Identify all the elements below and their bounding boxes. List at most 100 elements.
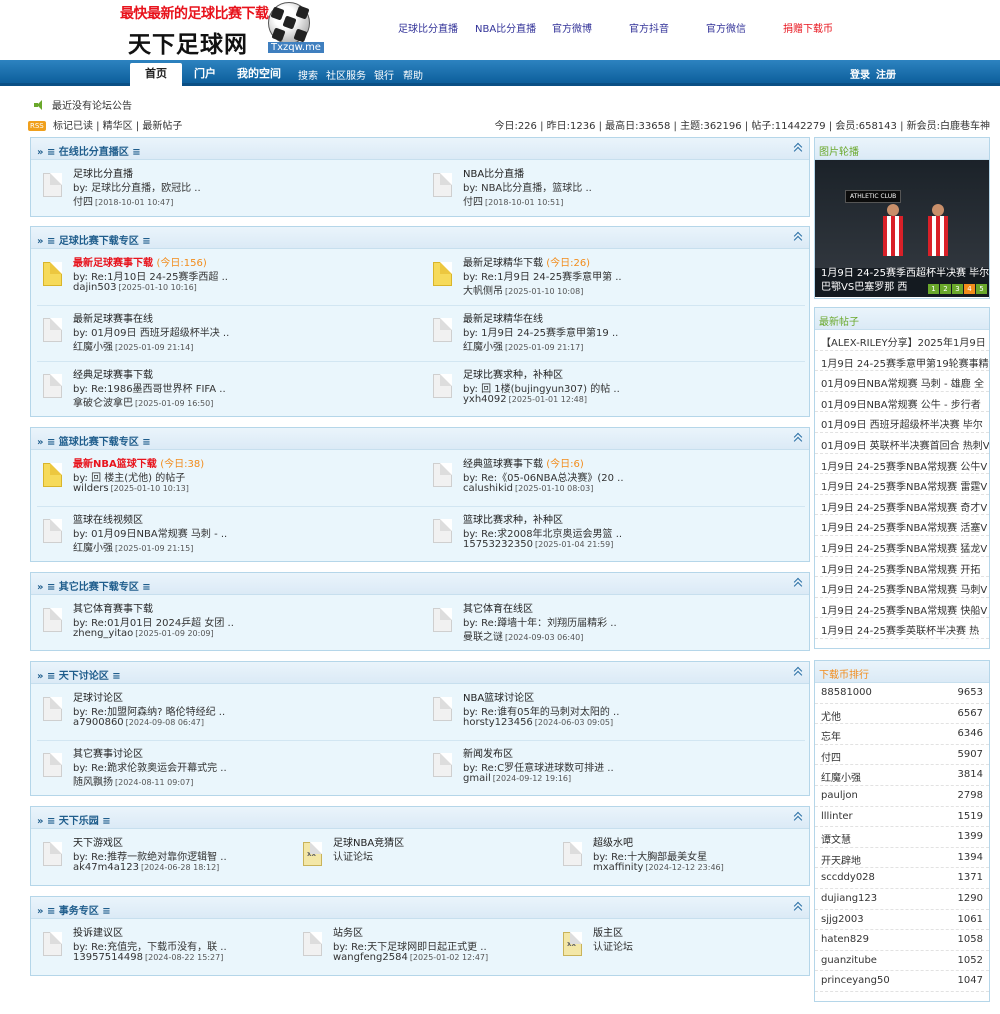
latest-post-item[interactable]: 01月09日NBA常规赛 公牛 - 步行者 [815,392,989,413]
forum-cell[interactable]: 其它体育赛事下载 by: Re:01月01日 2024乒超 女团 .. zhen… [31,595,421,651]
carousel-slide[interactable]: ATHLETIC CLUB 1月9日 24-25赛季西超杯半决赛 毕尔 巴鄂VS… [815,160,989,297]
carousel-dot[interactable]: 5 [976,284,987,294]
ranking-user[interactable]: 谭文慧 [821,835,851,846]
forum-name[interactable]: NBA比分直播 [463,165,524,180]
link-football-live[interactable]: 足球比分直播 [398,20,475,35]
nav-community[interactable]: 社区服务 [326,67,366,82]
forum-name[interactable]: 超级水吧 [593,834,633,849]
forum-name[interactable]: 版主区 [593,924,623,939]
last-post-author[interactable]: ak47m4a123 [73,862,139,873]
collapse-icon[interactable] [795,143,803,153]
forum-cell[interactable]: 天下游戏区 by: Re:推荐一款绝对靠你逻辑智 .. ak47m4a123 [2… [31,829,291,885]
site-logo[interactable]: 最快最新的足球比赛下载 天下足球网 Txzqw.me [118,0,326,58]
link-wechat[interactable]: 官方微信 [706,20,783,35]
nav-bank[interactable]: 银行 [374,67,394,82]
last-post[interactable]: by: Re:01月01日 2024乒超 女团 .. [73,614,234,629]
tab-portal[interactable]: 门户 [186,63,224,86]
ranking-user[interactable]: 开天辟地 [821,856,861,867]
forum-cell[interactable]: 篮球比赛求种，补种区 by: Re:求2008年北京奥运会男篮 .. 15753… [421,506,811,562]
link-weibo[interactable]: 官方微博 [552,20,629,35]
section-title[interactable]: » ≡ 事务专区 ≡ [37,902,111,917]
last-post[interactable]: by: 回 楼主(尤他) 的帖子 [73,469,185,484]
last-post[interactable]: by: Re:天下足球网即日起正式更 .. [333,938,487,953]
latest-post-item[interactable]: 1月9日 24-25赛季NBA常规赛 活塞V [815,515,989,536]
collapse-icon[interactable] [795,812,803,822]
ranking-user[interactable]: princeyang50 [821,975,890,986]
last-post[interactable]: by: 足球比分直播，欧冠比 .. [73,179,201,194]
latest-post-item[interactable]: 1月9日 24-25赛季英联杯半决赛 热 [815,618,989,639]
forum-name[interactable]: 足球NBA竞猜区 [333,834,404,849]
quick-links-text[interactable]: 标记已读 | 精华区 | 最新帖子 [53,121,182,132]
ranking-user[interactable]: guanzitube [821,955,877,966]
last-post[interactable]: by: Re:1986墨西哥世界杯 FIFA .. [73,380,226,395]
latest-post-item[interactable]: 1月9日 24-25赛季NBA常规赛 猛龙V [815,536,989,557]
last-post-author[interactable]: zheng_yitao [73,628,133,639]
forum-cell[interactable]: NBA比分直播 by: NBA比分直播，篮球比 .. 付四 [2018-10-01… [421,160,811,216]
forum-name[interactable]: 篮球比赛求种，补种区 [463,511,563,526]
carousel-dot[interactable]: 1 [928,284,939,294]
last-post-author[interactable]: a7900860 [73,717,124,728]
last-post[interactable]: by: Re:充值完，下载币没有，联 .. [73,938,227,953]
carousel-dot[interactable]: 3 [952,284,963,294]
last-post[interactable]: by: Re:1月10日 24-25赛季西超 .. [73,268,228,283]
ranking-user[interactable]: 忘年 [821,732,841,743]
last-post[interactable]: by: Re:蹲墙十年：刘翔历届精彩 .. [463,614,617,629]
ranking-user[interactable]: lllinter [821,811,853,822]
collapse-icon[interactable] [795,667,803,677]
ranking-user[interactable]: haten829 [821,934,869,945]
forum-cell[interactable]: 最新足球赛事在线 by: 01月09日 西班牙超级杯半决 .. 红魔小强 [202… [31,305,421,361]
latest-post-item[interactable]: 1月9日 24-25赛季NBA常规赛 快船V [815,598,989,619]
forum-name[interactable]: 篮球在线视频区 [73,511,143,526]
last-post[interactable]: by: NBA比分直播，篮球比 .. [463,179,592,194]
forum-name[interactable]: 足球比分直播 [73,165,133,180]
forum-cell[interactable]: 其它赛事讨论区 by: Re:跪求伦敦奥运会开幕式完 .. 随风飘扬 [2024-… [31,740,421,796]
section-title[interactable]: » ≡ 天下讨论区 ≡ [37,667,121,682]
carousel-dot[interactable]: 2 [940,284,951,294]
forum-name[interactable]: 经典足球赛事下载 [73,366,153,381]
forum-name[interactable]: 足球比赛求种，补种区 [463,366,563,381]
last-post[interactable]: by: 01月09日NBA常规赛 马刺 - .. [73,525,227,540]
last-post-author[interactable]: dajin503 [73,282,116,293]
latest-post-item[interactable]: 1月9日 24-25赛季NBA常规赛 奇才V [815,495,989,516]
forum-cell[interactable]: 经典足球赛事下载 by: Re:1986墨西哥世界杯 FIFA .. 拿破仑波拿… [31,361,421,417]
forum-name[interactable]: 最新足球精华在线 [463,310,543,325]
register-link[interactable]: 注册 [876,66,896,81]
link-nba-live[interactable]: NBA比分直播 [475,20,552,35]
forum-name[interactable]: 天下游戏区 [73,834,123,849]
last-post-author[interactable]: 拿破仑波拿巴 [73,398,133,409]
section-title[interactable]: » ≡ 在线比分直播区 ≡ [37,143,141,158]
forum-name[interactable]: 新闻发布区 [463,745,513,760]
forum-cell[interactable]: 篮球在线视频区 by: 01月09日NBA常规赛 马刺 - .. 红魔小强 [20… [31,506,421,562]
last-post-author[interactable]: gmail [463,773,491,784]
latest-post-item[interactable]: 1月9日 24-25赛季意甲第19轮赛事精 [815,351,989,372]
latest-post-item[interactable]: 1月9日 24-25赛季NBA常规赛 雷霆V [815,474,989,495]
section-title[interactable]: » ≡ 足球比赛下载专区 ≡ [37,232,151,247]
forum-name[interactable]: 其它赛事讨论区 [73,745,143,760]
login-link[interactable]: 登录 [850,66,870,81]
last-post[interactable]: by: Re:C罗任意球进球数可排进 .. [463,759,614,774]
latest-post-item[interactable]: 01月09日 英联杯半决赛首回合 热刺V [815,433,989,454]
forum-cell[interactable]: 最新足球精华在线 by: 1月9日 24-25赛季意甲第19 .. 红魔小强 [2… [421,305,811,361]
forum-cell[interactable]: 版主区 认证论坛 [551,919,811,975]
forum-cell[interactable]: 最新足球赛事下载 (今日:156) by: Re:1月10日 24-25赛季西超… [31,249,421,305]
forum-cell[interactable]: 投诉建议区 by: Re:充值完，下载币没有，联 .. 13957514498[… [31,919,291,975]
link-donate[interactable]: 捐赠下载币 [783,20,860,35]
last-post-author[interactable]: 付四 [463,197,483,208]
last-post-author[interactable]: 红魔小强 [73,543,113,554]
last-post-author[interactable]: 付四 [73,197,93,208]
latest-post-item[interactable]: 01月09日NBA常规赛 马刺 - 雄鹿 全 [815,371,989,392]
forum-name[interactable]: 其它体育在线区 [463,600,533,615]
last-post-author[interactable]: 红魔小强 [73,342,113,353]
rss-icon[interactable]: RSS [28,121,46,131]
last-post-author[interactable]: wangfeng2584 [333,952,408,963]
collapse-icon[interactable] [795,232,803,242]
last-post-author[interactable]: 13957514498 [73,952,143,963]
last-post[interactable]: by: 1月9日 24-25赛季意甲第19 .. [463,324,618,339]
forum-name[interactable]: 足球讨论区 [73,689,123,704]
forum-cell[interactable]: NBA篮球讨论区 by: Re:谁有05年的马刺对太阳的 .. horsty12… [421,684,811,740]
slide-image[interactable]: ATHLETIC CLUB [815,160,989,268]
carousel-dot-active[interactable]: 4 [964,284,975,294]
forum-cell[interactable]: 最新NBA篮球下载 (今日:38) by: 回 楼主(尤他) 的帖子 wilde… [31,450,421,506]
last-post[interactable]: by: Re:十大胸部最美女星 [593,848,707,863]
last-post[interactable]: by: Re:《05-06NBA总决赛》(20 .. [463,469,624,484]
